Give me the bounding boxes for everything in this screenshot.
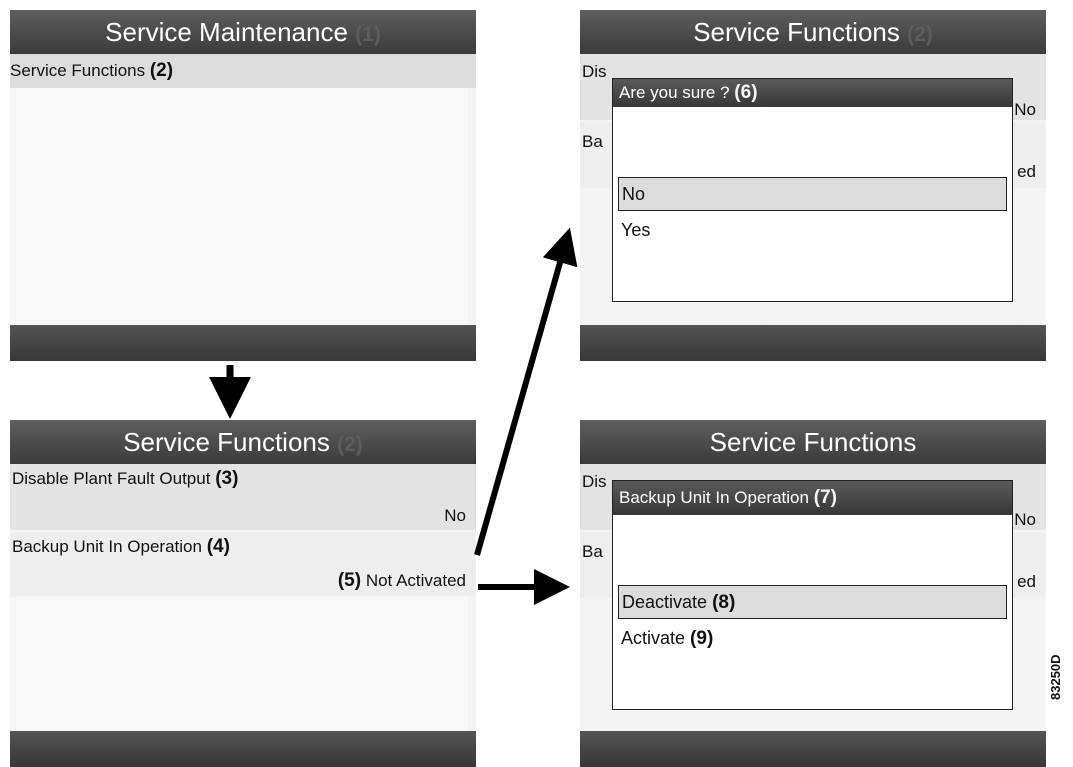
figure-code: 83250D <box>1048 654 1063 700</box>
arrow-up-right <box>474 227 578 556</box>
flow-arrows <box>209 227 578 605</box>
